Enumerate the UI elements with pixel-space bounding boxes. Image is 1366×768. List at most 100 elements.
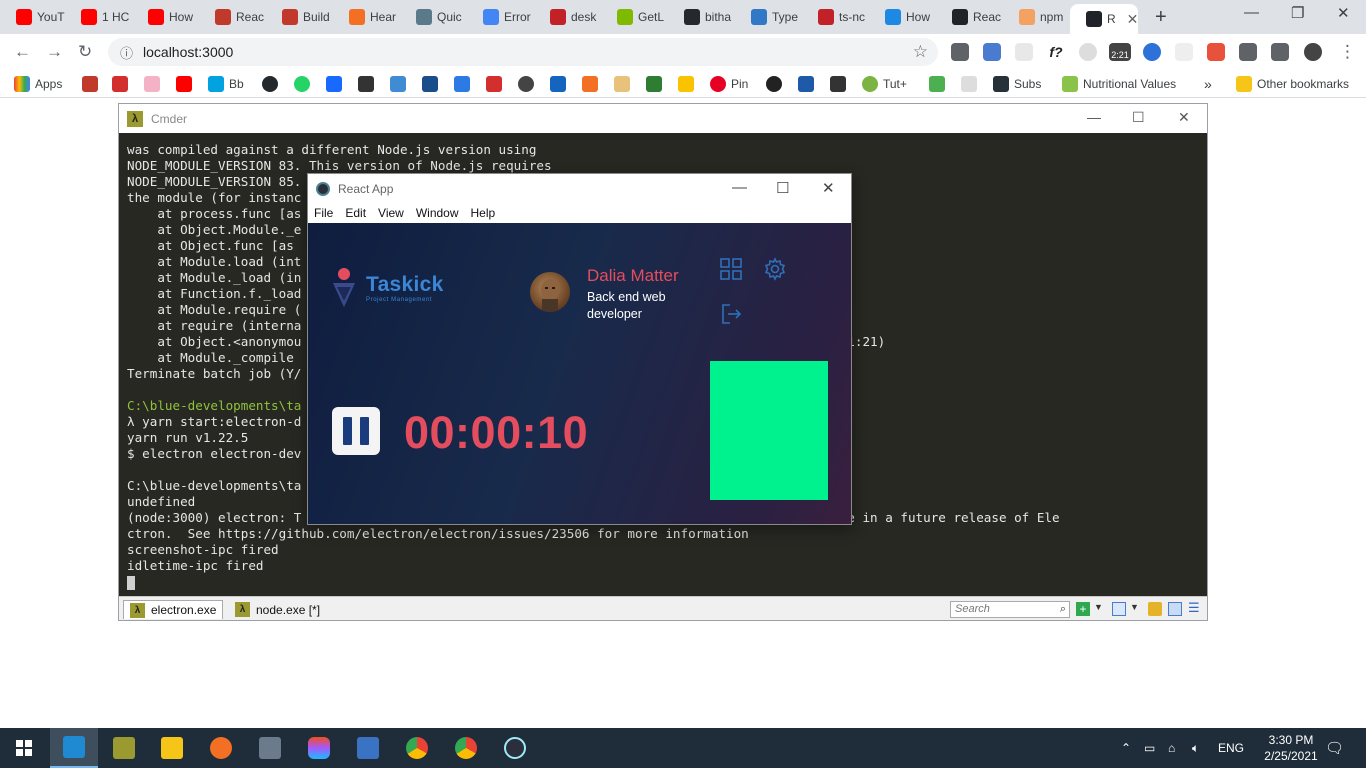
logout-icon[interactable] (719, 302, 743, 326)
info-icon[interactable]: ⓘ (120, 43, 133, 62)
bookmark-icon-2[interactable] (112, 76, 128, 92)
bookmark-icon-13[interactable] (929, 76, 945, 92)
bookmarks-overflow[interactable]: » (1204, 76, 1212, 92)
taskbar-figma[interactable] (295, 728, 343, 768)
language-indicator[interactable]: ENG (1218, 728, 1244, 768)
browser-tab[interactable]: Error (467, 4, 534, 30)
extension-icon[interactable] (1175, 43, 1193, 61)
timer-extension-icon[interactable]: 2:21 (1109, 43, 1131, 61)
console-prompt[interactable] (127, 574, 1202, 590)
font-icon[interactable]: f? (1047, 43, 1065, 61)
other-bookmarks[interactable]: Other bookmarks (1236, 76, 1349, 92)
eyedropper-icon[interactable] (951, 43, 969, 61)
bookmark-github[interactable] (262, 76, 278, 92)
new-console-icon[interactable]: + (1076, 602, 1090, 616)
browser-tab[interactable]: npm (1003, 4, 1070, 30)
bookmark-icon-14[interactable] (961, 76, 977, 92)
bookmark-icon-6[interactable] (454, 76, 470, 92)
bookmark-r[interactable] (422, 76, 438, 92)
console-search-input[interactable]: Search ⌕ (950, 601, 1070, 618)
browser-tab[interactable]: bitha (668, 4, 735, 30)
chevron-down-icon[interactable]: ▼ (1094, 602, 1108, 616)
translate-icon[interactable] (983, 43, 1001, 61)
cmder-close-button[interactable]: ✕ (1178, 109, 1190, 126)
bookmark-icon-8[interactable] (646, 76, 662, 92)
bookmark-apps[interactable]: Apps (14, 76, 62, 92)
tray-chevron-up-icon[interactable]: ⌃ (1121, 728, 1131, 768)
bookmark-icon-12[interactable] (830, 76, 846, 92)
browser-tab[interactable]: Quic (400, 4, 467, 30)
bookmark-icon-5[interactable] (390, 76, 406, 92)
browser-tab[interactable]: Reac (199, 4, 266, 30)
tray-network-icon[interactable]: ⌂ (1168, 728, 1175, 768)
browser-tab[interactable]: Hear (333, 4, 400, 30)
bookmark-icon-9[interactable] (678, 76, 694, 92)
browser-tab[interactable]: Reac (936, 4, 1003, 30)
tray-battery-icon[interactable]: ▭ (1144, 728, 1155, 768)
menu-edit[interactable]: Edit (345, 206, 366, 220)
browser-tab[interactable]: YouT (0, 4, 67, 30)
notification-icon[interactable]: 🗨︎ (1325, 728, 1344, 768)
menu-window[interactable]: Window (416, 206, 459, 220)
bookmark-icon-1[interactable] (82, 76, 98, 92)
taskbar-cmder[interactable] (100, 728, 148, 768)
console-tab-node[interactable]: λ node.exe [*] (229, 600, 329, 619)
bookmark-nutrition[interactable]: Nutritional Values (1062, 76, 1176, 92)
new-tab-button[interactable]: + (1155, 6, 1167, 29)
menu-help[interactable]: Help (471, 206, 496, 220)
extension-icon[interactable] (1015, 43, 1033, 61)
taskbar-vscode[interactable] (50, 728, 98, 768)
browser-tab[interactable]: Type (735, 4, 802, 30)
close-tab-icon[interactable]: ✕ (1127, 11, 1138, 28)
layout-icon[interactable] (1112, 602, 1126, 616)
start-button[interactable] (0, 728, 48, 768)
forward-icon[interactable]: → (46, 42, 63, 62)
taskbar-app[interactable] (197, 728, 245, 768)
avatar[interactable] (530, 272, 570, 312)
reload-icon[interactable]: ↻ (78, 42, 92, 62)
restore-button[interactable]: ❐ (1291, 4, 1304, 22)
cmder-minimize-button[interactable]: — (1087, 109, 1101, 125)
bookmark-bb[interactable]: Bb (208, 76, 244, 92)
cmder-maximize-button[interactable]: ☐ (1132, 109, 1145, 126)
browser-tab[interactable]: 1 HC (65, 4, 132, 30)
bookmark-tut[interactable]: Tut+ (862, 76, 907, 92)
browser-tab[interactable]: Build (266, 4, 333, 30)
bookmark-icon-7[interactable] (518, 76, 534, 92)
taskbar-app-2[interactable] (344, 728, 392, 768)
bookmark-star-icon[interactable]: ☆ (913, 42, 928, 62)
bookmark-cg[interactable] (486, 76, 502, 92)
taskbar-chrome[interactable] (393, 728, 441, 768)
menu-file[interactable]: File (314, 206, 333, 220)
bookmark-pinterest[interactable]: Pin (710, 76, 748, 92)
taskbar-calculator[interactable] (246, 728, 294, 768)
bookmark-icon-10[interactable] (766, 76, 782, 92)
taskbar-electron[interactable] (491, 728, 539, 768)
profile-avatar[interactable] (1304, 43, 1322, 61)
browser-tab[interactable]: How (132, 4, 199, 30)
taskbar-chrome-2[interactable] (442, 728, 490, 768)
react-close-button[interactable]: ✕ (822, 179, 835, 197)
menu-kebab-icon[interactable]: ⋮ (1339, 42, 1356, 62)
menu-view[interactable]: View (378, 206, 404, 220)
puzzle-icon[interactable] (1239, 43, 1257, 61)
tray-volume-icon[interactable]: 🔈︎ (1192, 728, 1199, 768)
lock-icon[interactable] (1148, 602, 1162, 616)
bookmark-subs[interactable]: Subs (993, 76, 1041, 92)
browser-tab[interactable]: desk (534, 4, 601, 30)
extension-icon[interactable] (1143, 43, 1161, 61)
back-icon[interactable]: ← (14, 42, 31, 62)
bookmark-soundcloud[interactable] (582, 76, 598, 92)
pause-button[interactable] (332, 407, 380, 455)
dashboard-grid-icon[interactable] (719, 257, 743, 281)
media-control-icon[interactable] (1271, 43, 1289, 61)
menu-lines-icon[interactable]: ☰ (1188, 601, 1202, 616)
extension-icon[interactable] (1079, 43, 1097, 61)
browser-tab[interactable]: R ✕ (1070, 4, 1138, 34)
bookmark-icon-3[interactable] (144, 76, 160, 92)
console-tab-electron[interactable]: λ electron.exe (123, 600, 223, 619)
minimize-button[interactable]: — (1244, 4, 1259, 21)
bookmark-icon-11[interactable] (798, 76, 814, 92)
bookmark-whatsapp[interactable] (294, 76, 310, 92)
extension-icon[interactable] (1207, 43, 1225, 61)
